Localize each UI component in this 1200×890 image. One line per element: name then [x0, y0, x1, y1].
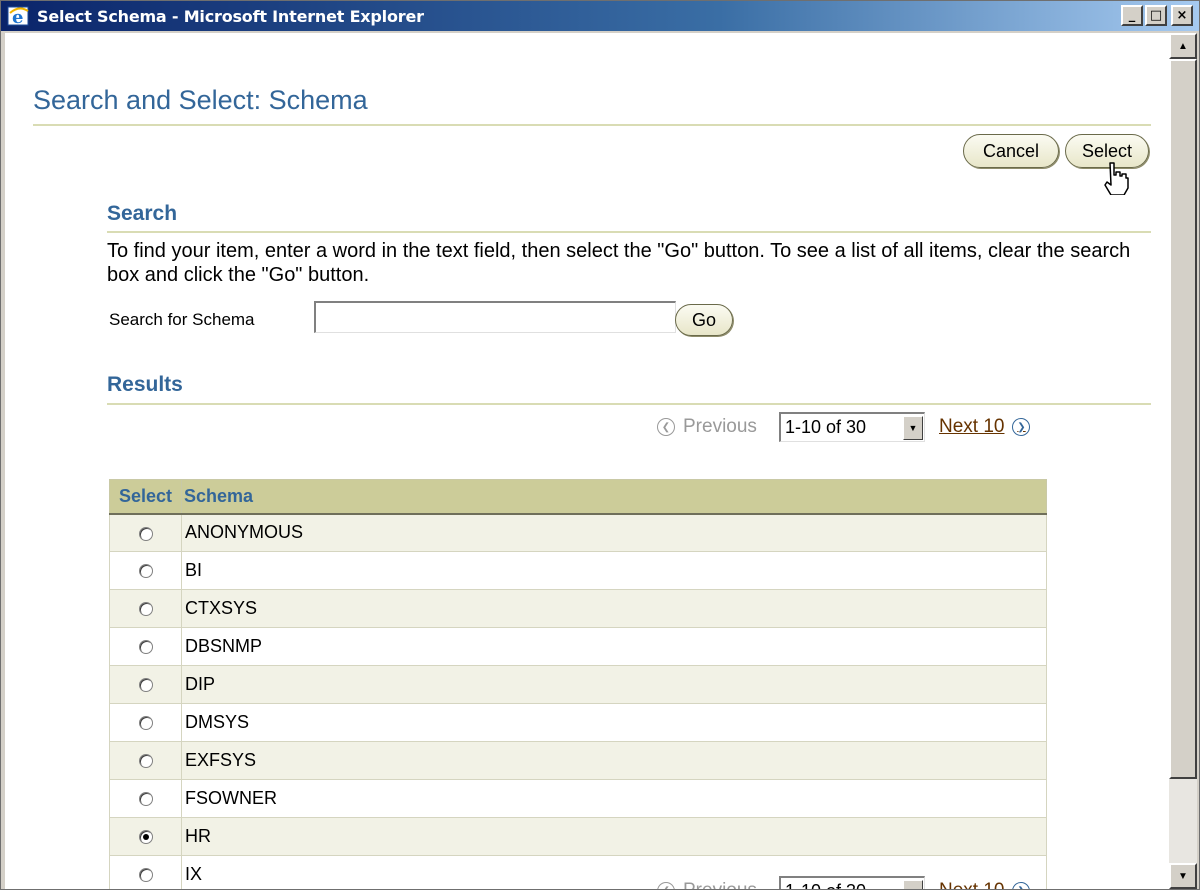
- search-divider: [107, 231, 1151, 233]
- previous-label: Previous: [683, 416, 757, 437]
- schema-cell: CTXSYS: [181, 589, 1047, 628]
- next-label[interactable]: Next 10: [939, 416, 1004, 438]
- browser-window: e Select Schema - Microsoft Internet Exp…: [0, 0, 1200, 890]
- search-instructions: To find your item, enter a word in the t…: [107, 240, 1131, 286]
- select-cell: [109, 855, 182, 889]
- minimize-button[interactable]: _: [1121, 5, 1143, 26]
- scroll-up-icon[interactable]: ▲: [1169, 33, 1197, 59]
- next-icon[interactable]: ❯: [1012, 418, 1031, 436]
- select-cell: [109, 741, 182, 780]
- previous-link: ❮ Previous: [657, 416, 757, 438]
- select-radio[interactable]: [138, 754, 153, 769]
- window-title: Select Schema - Microsoft Internet Explo…: [37, 6, 424, 26]
- schema-cell: FSOWNER: [181, 779, 1047, 818]
- select-radio[interactable]: [138, 716, 153, 731]
- select-cell: [109, 589, 182, 628]
- title-divider: [33, 124, 1151, 126]
- next-label[interactable]: Next 10: [939, 880, 1004, 889]
- table-row: HR: [109, 817, 1047, 856]
- table-row: DMSYS: [109, 703, 1047, 742]
- select-radio[interactable]: [138, 564, 153, 579]
- previous-link-bottom: ❮ Previous: [657, 880, 757, 889]
- schema-cell: ANONYMOUS: [181, 513, 1047, 552]
- search-label: Search for Schema: [109, 310, 255, 329]
- go-button[interactable]: Go: [675, 304, 733, 336]
- hand-cursor-icon: [1099, 161, 1133, 196]
- select-radio[interactable]: [138, 792, 153, 807]
- schema-cell: EXFSYS: [181, 741, 1047, 780]
- select-cell: [109, 551, 182, 590]
- results-heading: Results: [107, 373, 183, 396]
- select-cell: [109, 513, 182, 552]
- page-title: Search and Select: Schema: [33, 85, 368, 115]
- search-input[interactable]: [314, 301, 676, 333]
- scroll-down-icon[interactable]: ▼: [1169, 863, 1197, 889]
- select-cell: [109, 817, 182, 856]
- select-cell: [109, 665, 182, 704]
- range-value: 1-10 of 30: [781, 881, 903, 889]
- range-value: 1-10 of 30: [785, 417, 867, 437]
- range-select[interactable]: 1-10 of 30 ▼: [779, 412, 925, 442]
- table-row: CTXSYS: [109, 589, 1047, 628]
- select-cell: [109, 703, 182, 742]
- previous-icon: ❮: [657, 882, 675, 889]
- search-heading: Search: [107, 202, 178, 225]
- next-icon[interactable]: ❯: [1012, 882, 1031, 889]
- vertical-scrollbar[interactable]: ▲ ▼: [1169, 33, 1197, 889]
- schema-cell: DIP: [181, 665, 1047, 704]
- previous-label: Previous: [683, 880, 757, 889]
- schema-cell: DMSYS: [181, 703, 1047, 742]
- cancel-button[interactable]: Cancel: [963, 134, 1059, 168]
- results-divider: [107, 403, 1151, 405]
- results-body: ANONYMOUS BI CTXSYS DBSNMP DIP DMSYS EXFSYS FSO…: [109, 513, 1047, 889]
- table-row: DIP: [109, 665, 1047, 704]
- range-select-bottom[interactable]: 1-10 of 30 ▼: [779, 876, 925, 889]
- schema-cell: DBSNMP: [181, 627, 1047, 666]
- select-radio[interactable]: [138, 868, 153, 883]
- next-link-bottom[interactable]: Next 10 ❯: [939, 880, 1031, 889]
- next-link[interactable]: Next 10 ❯: [939, 416, 1031, 438]
- table-row: ANONYMOUS: [109, 513, 1047, 552]
- maximize-button[interactable]: □: [1145, 5, 1167, 26]
- close-button[interactable]: ×: [1171, 5, 1193, 26]
- scrollbar-thumb[interactable]: [1169, 59, 1197, 779]
- column-header-select: Select: [109, 479, 182, 515]
- select-cell: [109, 779, 182, 818]
- dropdown-arrow-icon[interactable]: ▼: [903, 415, 923, 440]
- select-radio[interactable]: [138, 526, 153, 541]
- schema-cell: HR: [181, 817, 1047, 856]
- ie-icon: e: [7, 5, 31, 28]
- table-row: FSOWNER: [109, 779, 1047, 818]
- page-content: Search and Select: Schema Cancel Select …: [5, 33, 1169, 889]
- select-cell: [109, 627, 182, 666]
- select-radio[interactable]: [138, 640, 153, 655]
- table-row: DBSNMP: [109, 627, 1047, 666]
- dropdown-arrow-icon[interactable]: ▼: [903, 879, 923, 889]
- table-row: EXFSYS: [109, 741, 1047, 780]
- select-radio[interactable]: [138, 602, 153, 617]
- results-table: Select Schema ANONYMOUS BI CTXSYS DBSNMP DIP…: [109, 479, 1047, 889]
- schema-cell: BI: [181, 551, 1047, 590]
- previous-icon: ❮: [657, 418, 675, 436]
- column-header-schema: Schema: [181, 479, 1047, 515]
- table-row: BI: [109, 551, 1047, 590]
- title-bar: e Select Schema - Microsoft Internet Exp…: [1, 1, 1199, 31]
- select-radio[interactable]: [138, 830, 153, 845]
- select-radio[interactable]: [138, 678, 153, 693]
- table-header-row: Select Schema: [109, 479, 1047, 515]
